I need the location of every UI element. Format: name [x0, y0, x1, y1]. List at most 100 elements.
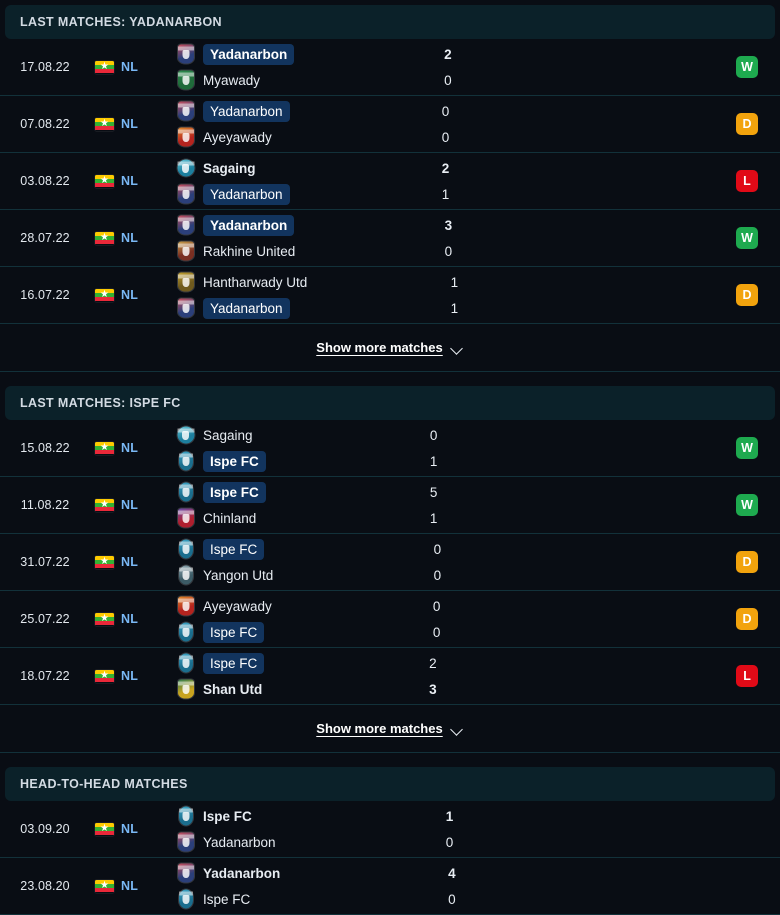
- league-cell[interactable]: ★ NL: [90, 879, 168, 893]
- team-name-away[interactable]: Ispe FC: [203, 450, 266, 472]
- league-cell[interactable]: ★ NL: [90, 498, 168, 512]
- team-line-away[interactable]: Yadanarbon: [176, 832, 432, 853]
- team-name-away[interactable]: Ayeyawady: [203, 127, 272, 148]
- team-line-home[interactable]: Ayeyawady: [176, 596, 419, 617]
- team-name-home[interactable]: Sagaing: [203, 158, 256, 179]
- league-code[interactable]: NL: [121, 117, 138, 131]
- team-crest-icon: [176, 215, 195, 236]
- team-line-away[interactable]: Yadanarbon: [176, 183, 428, 205]
- league-code[interactable]: NL: [121, 612, 138, 626]
- team-name-home[interactable]: Ispe FC: [203, 538, 265, 560]
- league-cell[interactable]: ★ NL: [90, 441, 168, 455]
- league-code[interactable]: NL: [121, 174, 138, 188]
- match-row[interactable]: 03.08.22 ★ NL Sagaing Yadanarbon 2 1 L: [0, 153, 780, 210]
- match-row[interactable]: 28.07.22 ★ NL Yadanarbon Rakhine United 3 0 W: [0, 210, 780, 267]
- league-cell[interactable]: ★ NL: [90, 288, 168, 302]
- league-cell[interactable]: ★ NL: [90, 555, 168, 569]
- match-row[interactable]: 17.08.22 ★ NL Yadanarbon Myawady 2 0 W: [0, 39, 780, 96]
- team-line-away[interactable]: Ispe FC: [176, 450, 416, 472]
- team-name-home[interactable]: Yadanarbon: [203, 43, 295, 65]
- team-line-home[interactable]: Ispe FC: [176, 481, 416, 503]
- team-name-home[interactable]: Yadanarbon: [203, 100, 290, 122]
- team-line-home[interactable]: Ispe FC: [176, 806, 432, 827]
- team-line-home[interactable]: Yadanarbon: [176, 100, 428, 122]
- league-code[interactable]: NL: [121, 441, 138, 455]
- show-more-label[interactable]: Show more matches: [316, 340, 442, 355]
- team-line-home[interactable]: Hantharwady Utd: [176, 272, 437, 293]
- team-line-away[interactable]: Ayeyawady: [176, 127, 428, 148]
- team-line-away[interactable]: Yangon Utd: [176, 565, 420, 586]
- chevron-down-icon[interactable]: [451, 725, 464, 733]
- team-line-away[interactable]: Rakhine United: [176, 241, 431, 262]
- league-code[interactable]: NL: [121, 231, 138, 245]
- league-code[interactable]: NL: [121, 555, 138, 569]
- league-code[interactable]: NL: [121, 498, 138, 512]
- show-more-matches-button[interactable]: Show more matches: [0, 705, 780, 753]
- team-name-away[interactable]: Yadanarbon: [203, 832, 276, 853]
- league-code[interactable]: NL: [121, 879, 138, 893]
- league-cell[interactable]: ★ NL: [90, 174, 168, 188]
- teams-cell: Ayeyawady Ispe FC: [168, 596, 419, 643]
- myanmar-flag-icon: ★: [95, 60, 114, 74]
- team-name-away[interactable]: Ispe FC: [203, 621, 265, 643]
- team-name-away[interactable]: Chinland: [203, 508, 256, 529]
- match-row[interactable]: 31.07.22 ★ NL Ispe FC Yangon Utd 0 0 D: [0, 534, 780, 591]
- team-line-home[interactable]: Yadanarbon: [176, 863, 434, 884]
- result-badge-l: L: [736, 170, 758, 192]
- league-code[interactable]: NL: [121, 60, 138, 74]
- match-row[interactable]: 25.07.22 ★ NL Ayeyawady Ispe FC 0 0 D: [0, 591, 780, 648]
- league-cell[interactable]: ★ NL: [90, 822, 168, 836]
- team-name-away[interactable]: Shan Utd: [203, 679, 262, 700]
- league-cell[interactable]: ★ NL: [90, 60, 168, 74]
- show-more-matches-button[interactable]: Show more matches: [0, 324, 780, 372]
- match-row[interactable]: 11.08.22 ★ NL Ispe FC Chinland 5 1 W: [0, 477, 780, 534]
- team-line-home[interactable]: Sagaing: [176, 425, 416, 446]
- team-line-away[interactable]: Ispe FC: [176, 889, 434, 910]
- team-line-away[interactable]: Yadanarbon: [176, 297, 437, 319]
- match-row[interactable]: 18.07.22 ★ NL Ispe FC Shan Utd 2 3 L: [0, 648, 780, 705]
- result-cell: D: [589, 608, 780, 630]
- away-score: 0: [445, 834, 454, 850]
- league-code[interactable]: NL: [121, 288, 138, 302]
- team-name-away[interactable]: Yadanarbon: [203, 183, 290, 205]
- match-row[interactable]: 15.08.22 ★ NL Sagaing Ispe FC 0 1 W: [0, 420, 780, 477]
- team-name-home[interactable]: Sagaing: [203, 425, 253, 446]
- match-row[interactable]: 16.07.22 ★ NL Hantharwady Utd Yadanarbon 1 1 D: [0, 267, 780, 324]
- myanmar-flag-icon: ★: [95, 288, 114, 302]
- teams-cell: Ispe FC Shan Utd: [168, 652, 415, 700]
- chevron-down-icon[interactable]: [451, 344, 464, 352]
- team-name-away[interactable]: Rakhine United: [203, 241, 295, 262]
- team-line-home[interactable]: Yadanarbon: [176, 214, 431, 236]
- team-crest-icon: [176, 565, 195, 586]
- team-name-home[interactable]: Ispe FC: [203, 481, 266, 503]
- team-name-away[interactable]: Ispe FC: [203, 889, 250, 910]
- team-name-home[interactable]: Ispe FC: [203, 806, 252, 827]
- match-row[interactable]: 07.08.22 ★ NL Yadanarbon Ayeyawady 0 0 D: [0, 96, 780, 153]
- league-cell[interactable]: ★ NL: [90, 117, 168, 131]
- league-cell[interactable]: ★ NL: [90, 231, 168, 245]
- team-line-away[interactable]: Chinland: [176, 508, 416, 529]
- team-name-home[interactable]: Yadanarbon: [203, 214, 295, 236]
- team-line-home[interactable]: Sagaing: [176, 158, 428, 179]
- team-line-away[interactable]: Ispe FC: [176, 621, 419, 643]
- team-name-away[interactable]: Myawady: [203, 70, 260, 91]
- team-line-home[interactable]: Yadanarbon: [176, 43, 430, 65]
- team-line-away[interactable]: Myawady: [176, 70, 430, 91]
- team-line-home[interactable]: Ispe FC: [176, 538, 420, 560]
- result-badge-w: W: [736, 494, 759, 516]
- team-name-home[interactable]: Hantharwady Utd: [203, 272, 307, 293]
- team-name-home[interactable]: Ispe FC: [203, 652, 265, 674]
- team-name-away[interactable]: Yangon Utd: [203, 565, 273, 586]
- league-code[interactable]: NL: [121, 822, 138, 836]
- league-cell[interactable]: ★ NL: [90, 669, 168, 683]
- team-name-home[interactable]: Yadanarbon: [203, 863, 280, 884]
- team-line-home[interactable]: Ispe FC: [176, 652, 415, 674]
- league-code[interactable]: NL: [121, 669, 138, 683]
- team-name-away[interactable]: Yadanarbon: [203, 297, 290, 319]
- match-row[interactable]: 23.08.20 ★ NL Yadanarbon Ispe FC 4 0: [0, 858, 780, 915]
- show-more-label[interactable]: Show more matches: [316, 721, 442, 736]
- team-line-away[interactable]: Shan Utd: [176, 679, 415, 700]
- league-cell[interactable]: ★ NL: [90, 612, 168, 626]
- team-name-home[interactable]: Ayeyawady: [203, 596, 272, 617]
- match-row[interactable]: 03.09.20 ★ NL Ispe FC Yadanarbon 1 0: [0, 801, 780, 858]
